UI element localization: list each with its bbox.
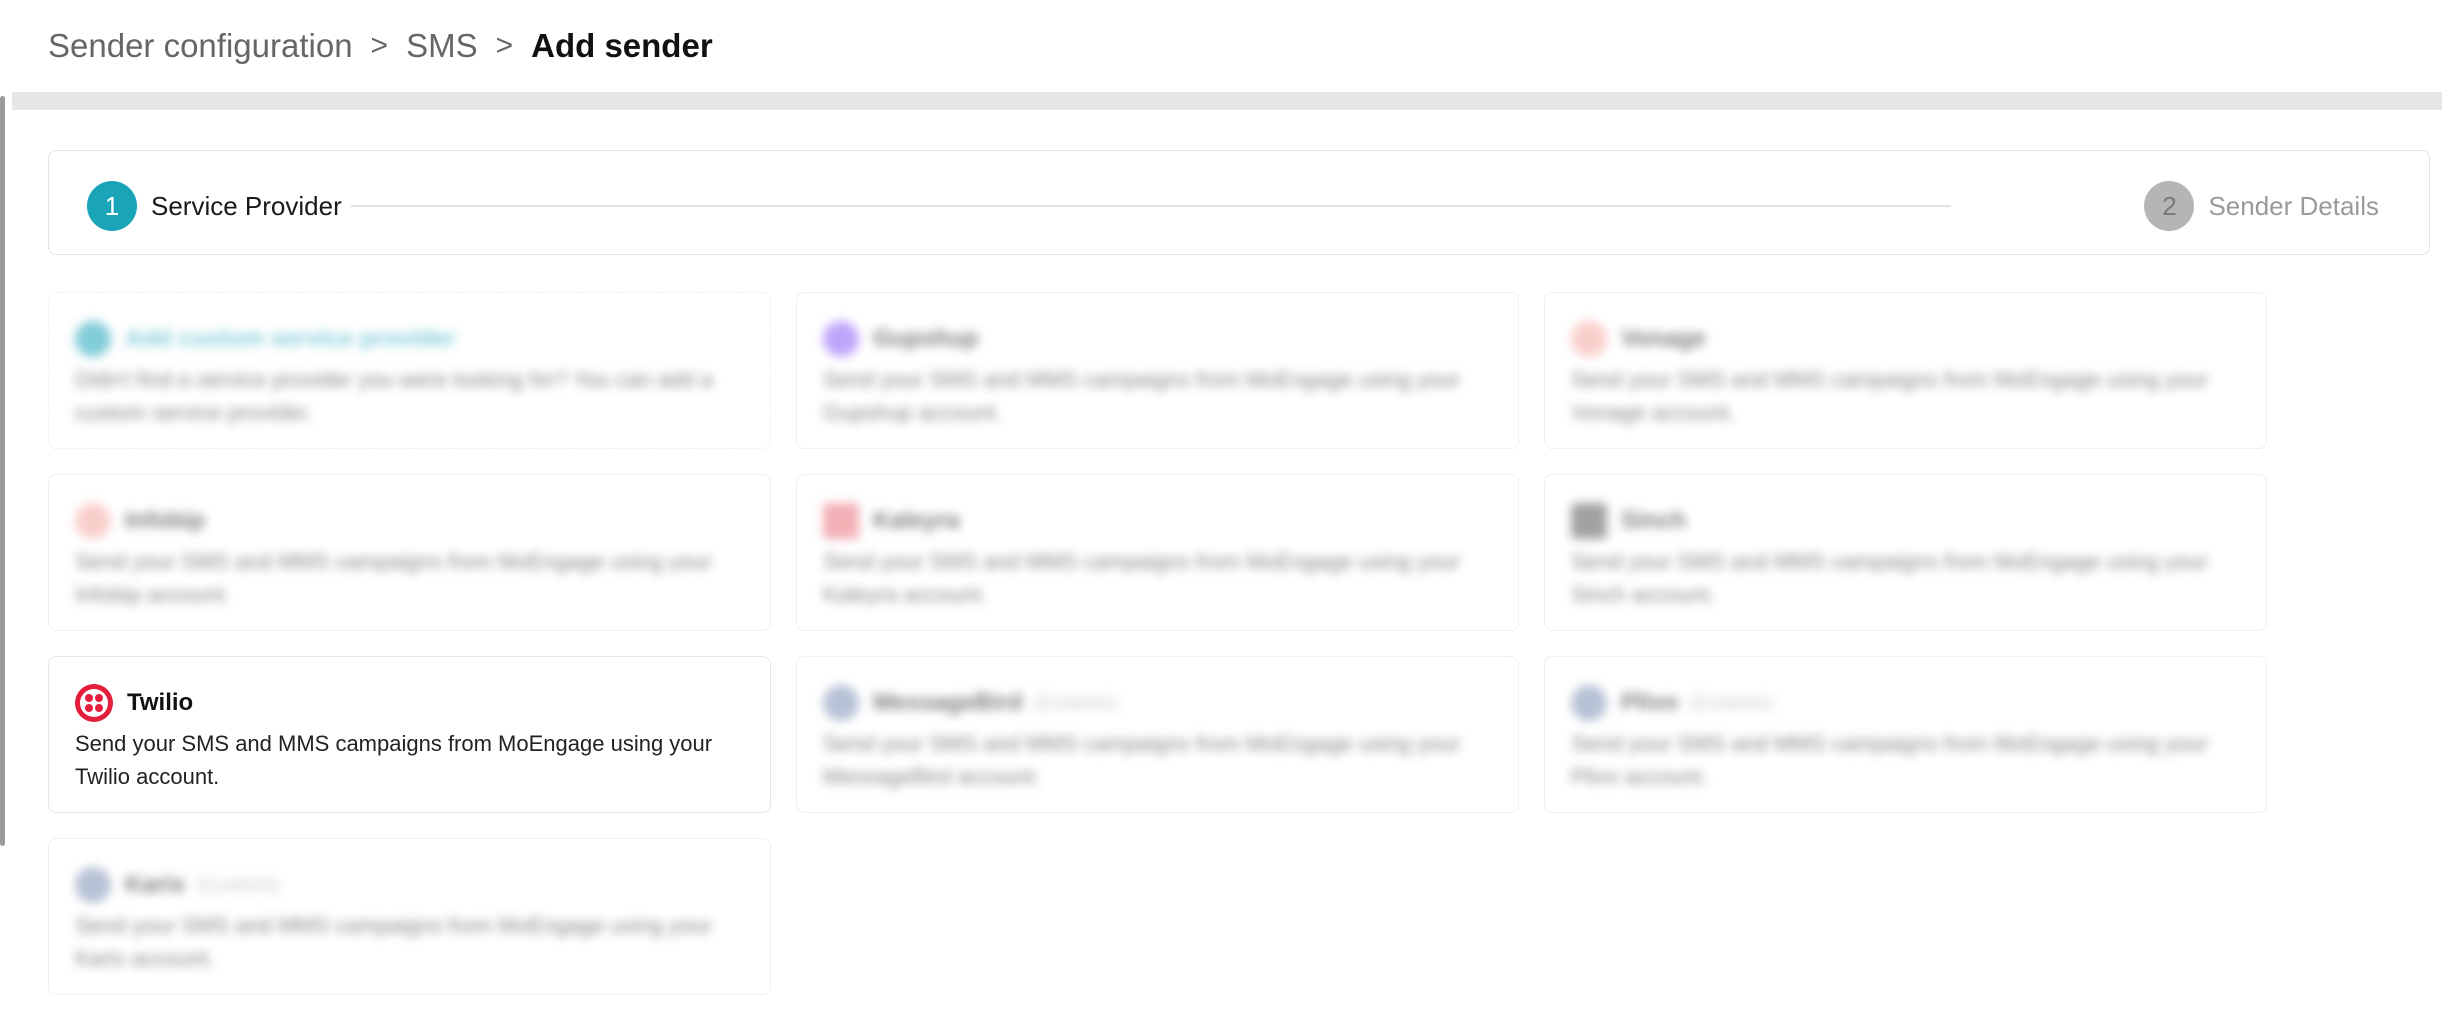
stepper: 1 Service Provider 2 Sender Details: [48, 150, 2430, 255]
step-sender-details[interactable]: 2 Sender Details: [2144, 181, 2379, 231]
main-content: 1 Service Provider 2 Sender Details Add …: [12, 110, 2442, 1036]
provider-card-gupshup[interactable]: Gupshup Send your SMS and MMS campaigns …: [796, 292, 1519, 449]
provider-card-custom-2[interactable]: Plivo (Custom) Send your SMS and MMS cam…: [1544, 656, 2267, 813]
provider-name: Plivo: [1621, 689, 1679, 716]
left-edge: [0, 0, 12, 1036]
provider-description: Send your SMS and MMS campaigns from MoE…: [823, 367, 1461, 425]
provider-card-custom[interactable]: Add custom service provider Didn't find …: [48, 292, 771, 449]
provider-description: Send your SMS and MMS campaigns from MoE…: [75, 549, 713, 607]
step-number: 1: [87, 181, 137, 231]
provider-tag: (Custom): [197, 873, 280, 896]
provider-description: Didn't find a service provider you were …: [75, 367, 713, 425]
gupshup-logo-icon: [823, 321, 859, 357]
provider-name: MessageBird: [873, 689, 1023, 716]
provider-description: Send your SMS and MMS campaigns from MoE…: [823, 731, 1461, 789]
provider-description: Send your SMS and MMS campaigns from MoE…: [1571, 367, 2209, 425]
stepper-connector: [351, 205, 1951, 207]
provider-name: Kaleyra: [873, 507, 960, 534]
provider-name: Sinch: [1621, 507, 1687, 534]
provider-logo-icon: [1571, 685, 1607, 721]
step-service-provider[interactable]: 1 Service Provider: [87, 181, 342, 231]
vonage-logo-icon: [1571, 321, 1607, 357]
provider-name: Vonage: [1621, 325, 1706, 352]
provider-card-infobip[interactable]: Infobip Send your SMS and MMS campaigns …: [48, 474, 771, 631]
provider-card-custom-3[interactable]: Karix (Custom) Send your SMS and MMS cam…: [48, 838, 771, 995]
provider-card-vonage[interactable]: Vonage Send your SMS and MMS campaigns f…: [1544, 292, 2267, 449]
provider-description: Send your SMS and MMS campaigns from MoE…: [1571, 549, 2209, 607]
provider-description: Send your SMS and MMS campaigns from MoE…: [75, 913, 713, 971]
twilio-logo-icon: [75, 684, 113, 722]
provider-name: Add custom service provider: [125, 325, 456, 352]
kaleyra-logo-icon: [823, 503, 859, 539]
page-title: Add sender: [531, 27, 713, 64]
provider-tag: (Custom): [1034, 691, 1117, 714]
breadcrumb-item-sender-configuration[interactable]: Sender configuration: [48, 27, 353, 65]
provider-description: Send your SMS and MMS campaigns from MoE…: [823, 549, 1461, 607]
provider-description: Send your SMS and MMS campaigns from MoE…: [75, 731, 713, 789]
provider-name: Infobip: [125, 507, 205, 534]
step-label: Service Provider: [151, 190, 342, 221]
provider-name: Twilio: [127, 689, 194, 716]
provider-card-sinch[interactable]: Sinch Send your SMS and MMS campaigns fr…: [1544, 474, 2267, 631]
step-label: Sender Details: [2208, 190, 2379, 221]
provider-description: Send your SMS and MMS campaigns from MoE…: [1571, 731, 2209, 789]
provider-card-kaleyra[interactable]: Kaleyra Send your SMS and MMS campaigns …: [796, 474, 1519, 631]
header-divider: [12, 92, 2442, 110]
provider-logo-icon: [75, 867, 111, 903]
breadcrumb-separator: >: [370, 29, 389, 62]
step-number: 2: [2144, 181, 2195, 231]
scrollbar[interactable]: [0, 96, 5, 846]
provider-card-custom-1[interactable]: MessageBird (Custom) Send your SMS and M…: [796, 656, 1519, 813]
provider-tag: (Custom): [1690, 691, 1773, 714]
sinch-logo-icon: [1571, 503, 1607, 539]
provider-name: Karix: [125, 871, 186, 898]
plus-icon: [75, 321, 111, 357]
breadcrumb-separator: >: [495, 29, 514, 62]
provider-name: Gupshup: [873, 325, 979, 352]
provider-card-twilio[interactable]: Twilio Send your SMS and MMS campaigns f…: [48, 656, 771, 813]
breadcrumb: Sender configuration > SMS > Add sender: [12, 0, 2442, 92]
infobip-logo-icon: [75, 503, 111, 539]
breadcrumb-item-sms[interactable]: SMS: [406, 27, 478, 65]
provider-logo-icon: [823, 685, 859, 721]
